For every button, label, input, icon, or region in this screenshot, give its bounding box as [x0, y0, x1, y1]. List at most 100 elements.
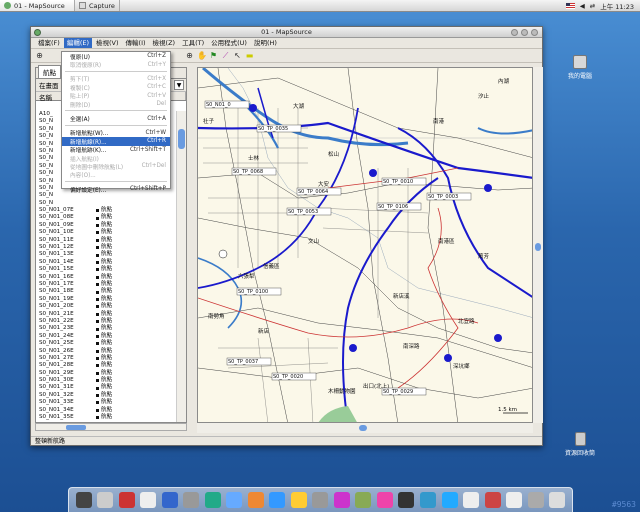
media-icon[interactable]: [333, 492, 350, 508]
menu-item[interactable]: 偏好設定(E)... Ctrl+Shift+P: [62, 185, 170, 194]
route-waypoint-label[interactable]: S0_TP_0053: [286, 207, 332, 216]
route-waypoint-label[interactable]: S0_TP_0035: [256, 124, 302, 133]
menu-5[interactable]: 工具(T): [179, 38, 207, 48]
zoom-icon[interactable]: ⊕: [35, 51, 44, 60]
quicktime-icon[interactable]: [226, 492, 243, 508]
minimize-button[interactable]: [511, 29, 518, 36]
photo-icon[interactable]: [355, 492, 372, 508]
route-waypoint-label[interactable]: S0_TP_0020: [271, 372, 317, 381]
route-waypoint-label[interactable]: S0_TP_0010: [381, 177, 427, 186]
mail-icon[interactable]: [97, 492, 114, 508]
waypoint-name: S0_N01_16E: [39, 273, 74, 280]
list-item[interactable]: S0_N01_35E 航點: [36, 414, 176, 421]
taskbar-task-mapsource[interactable]: 01 - MapSource: [0, 0, 75, 11]
list-item[interactable]: S0_N01_11E 航點: [36, 237, 176, 244]
scroll-thumb[interactable]: [178, 129, 185, 149]
menu-3[interactable]: 傳輸(I): [123, 38, 149, 48]
waypoint-flag-icon[interactable]: ⚑: [209, 51, 218, 60]
chevron-down-icon[interactable]: ▼: [174, 80, 184, 90]
map-place-label: 大安: [318, 180, 330, 188]
list-item[interactable]: S0_N01_16E 航點: [36, 274, 176, 281]
word-icon[interactable]: [269, 492, 286, 508]
route-waypoint-label[interactable]: S0_TP_0106: [376, 202, 422, 211]
route-waypoint-label[interactable]: S0_N01_0: [204, 100, 250, 109]
menu-item[interactable]: 全選(A) Ctrl+A: [62, 114, 170, 124]
list-item[interactable]: S0_N01_28E 航點: [36, 362, 176, 369]
language-flag-icon[interactable]: [565, 2, 575, 9]
measure-icon[interactable]: ▬: [245, 51, 254, 60]
menu-6[interactable]: 公用程式(U): [208, 38, 250, 48]
list-item[interactable]: S0_N: [36, 200, 176, 207]
list-item[interactable]: S0_N01_24E 航點: [36, 333, 176, 340]
info-icon[interactable]: [420, 492, 436, 508]
clock-icon[interactable]: [484, 492, 501, 508]
route-waypoint-label[interactable]: S0_TP_0064: [296, 187, 342, 196]
zoom-tool-icon[interactable]: ⊕: [185, 51, 194, 60]
maximize-button[interactable]: [521, 29, 528, 36]
menu-0[interactable]: 檔案(F): [35, 38, 63, 48]
route-waypoint-label[interactable]: S0_TP_0037: [226, 357, 272, 366]
list-item[interactable]: S0_N01_34E 航點: [36, 407, 176, 414]
map-view[interactable]: S0_N01_0 S0_TP_0035 S0_TP_0068 S0_TP_0064 S0…: [197, 67, 533, 423]
waypoint-name: S0_N01_34E: [39, 406, 74, 413]
list-item[interactable]: S0_N01_20E 航點: [36, 303, 176, 310]
taskbar-task-capture[interactable]: Capture: [75, 0, 120, 11]
ie-icon[interactable]: [204, 492, 221, 508]
menu-2[interactable]: 檢視(V): [93, 38, 122, 48]
network-icon[interactable]: [161, 492, 178, 508]
menu-1[interactable]: 編輯(E): [63, 38, 92, 48]
route-waypoint-label-text: S0_TP_0020: [273, 374, 303, 380]
desktop-icon-my-computer[interactable]: 我的電腦: [560, 55, 600, 80]
route-waypoint-label[interactable]: S0_TP_0068: [231, 167, 277, 176]
list-item[interactable]: S0_N01_25E 航點: [36, 340, 176, 347]
close-button[interactable]: [531, 29, 538, 36]
itunes-icon[interactable]: [118, 492, 135, 508]
list-item[interactable]: S0_N01_13E 航點: [36, 251, 176, 258]
list-item[interactable]: S0_N01_31E 航點: [36, 384, 176, 391]
list-item[interactable]: S0_N01_08E 航點: [36, 214, 176, 221]
route-waypoint-label[interactable]: S0_TP_0003: [426, 192, 472, 201]
calculator-icon[interactable]: [506, 492, 523, 508]
route-waypoint-label[interactable]: S0_TP_0100: [236, 287, 282, 296]
route-tool-icon[interactable]: ⟋: [221, 51, 230, 60]
list-item[interactable]: S0_N01_23E 航點: [36, 325, 176, 332]
finder-icon[interactable]: [75, 492, 92, 508]
network-icon[interactable]: ⇄: [590, 2, 595, 10]
list-item[interactable]: S0_N01_15E 航點: [36, 266, 176, 273]
list-hscrollbar[interactable]: [35, 423, 187, 431]
window-titlebar[interactable]: 01 - MapSource: [31, 27, 542, 38]
activity-icon[interactable]: [398, 492, 415, 508]
menu-4[interactable]: 檢視(Z): [150, 38, 179, 48]
scroll-thumb[interactable]: [66, 425, 86, 430]
trash-icon[interactable]: [549, 492, 566, 508]
browser-icon[interactable]: [441, 492, 458, 508]
ical-icon[interactable]: [140, 492, 157, 508]
tab-waypoints[interactable]: 航點: [38, 65, 61, 78]
desktop-icon-recycle-bin[interactable]: 資源回收筒: [560, 432, 600, 457]
list-item[interactable]: S0_N01_10E 航點: [36, 229, 176, 236]
chat-icon[interactable]: [290, 492, 307, 508]
list-item[interactable]: S0_N01_29E 航點: [36, 370, 176, 377]
utility-icon[interactable]: [527, 492, 544, 508]
waypoint-dot-icon: [96, 261, 99, 264]
select-arrow-icon[interactable]: ↖: [233, 51, 242, 60]
list-item[interactable]: S0_N01_18E 航點: [36, 288, 176, 295]
list-scrollbar[interactable]: [176, 111, 186, 422]
map-vscrollbar[interactable]: [533, 67, 543, 423]
map-canvas[interactable]: S0_N01_0 S0_TP_0035 S0_TP_0068 S0_TP_0064 S0…: [198, 68, 533, 423]
hand-icon[interactable]: ✋: [197, 51, 207, 60]
map-hscrollbar[interactable]: [197, 423, 533, 433]
scroll-thumb[interactable]: [359, 425, 367, 431]
menu-7[interactable]: 說明(H): [251, 38, 280, 48]
list-item[interactable]: S0_N01_33E 航點: [36, 399, 176, 406]
safari-icon[interactable]: [183, 492, 200, 508]
list-item[interactable]: S0_N01_26E 航點: [36, 348, 176, 355]
speaker-icon[interactable]: ◀: [580, 2, 585, 10]
camera-icon[interactable]: [312, 492, 329, 508]
list-item[interactable]: S0_N01_21E 航點: [36, 311, 176, 318]
preferences-icon[interactable]: [376, 492, 393, 508]
calendar-icon[interactable]: [463, 492, 480, 508]
scroll-thumb[interactable]: [535, 243, 541, 251]
waypoint-dot-icon: [96, 386, 99, 390]
firefox-icon[interactable]: [247, 492, 264, 508]
